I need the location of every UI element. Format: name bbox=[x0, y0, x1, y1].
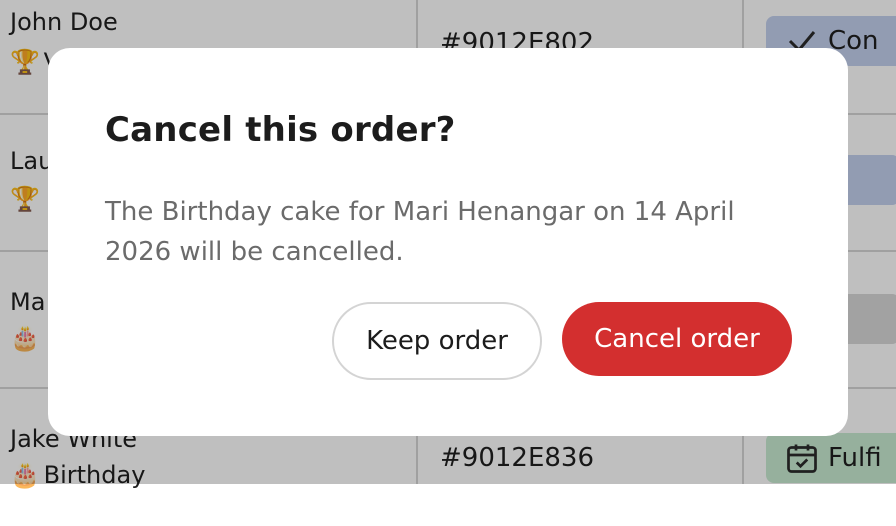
dialog-title: Cancel this order? bbox=[105, 110, 456, 150]
dialog-message: The Birthday cake for Mari Henangar on 1… bbox=[105, 197, 735, 267]
keep-order-button[interactable]: Keep order bbox=[332, 302, 542, 380]
cancel-order-button[interactable]: Cancel order bbox=[562, 302, 792, 376]
cancel-order-dialog: Cancel this order? The Birthday cake for… bbox=[48, 48, 848, 436]
